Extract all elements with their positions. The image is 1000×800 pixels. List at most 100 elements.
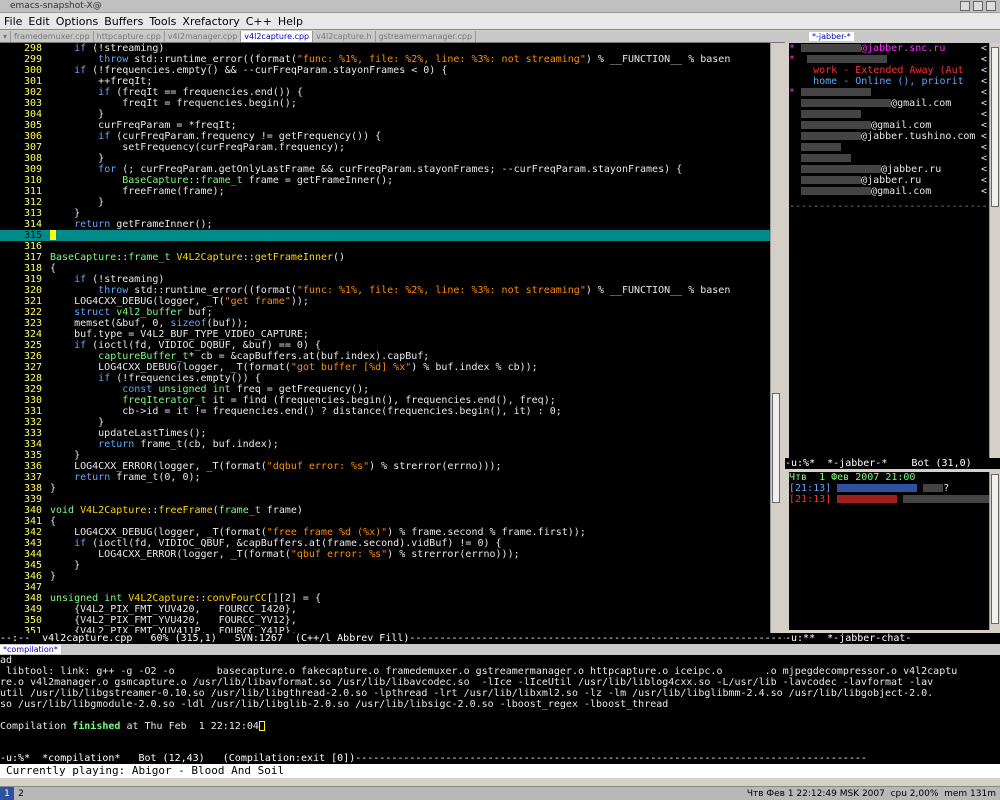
code-line[interactable]: 335 }	[0, 450, 770, 461]
roster-expand-icon[interactable]: <	[981, 142, 987, 153]
workspace-1[interactable]: 1	[0, 787, 14, 800]
code-line[interactable]: 333 updateLastTimes();	[0, 428, 770, 439]
code-line[interactable]: 317 BaseCapture::frame_t V4L2Capture::get…	[0, 252, 770, 263]
compilation-buffer[interactable]: ad libtool: link: g++ -g -O2 -o basecapt…	[0, 655, 1000, 753]
code-line[interactable]: 307 setFrequency(curFreqParam.frequency)…	[0, 142, 770, 153]
code-line[interactable]: 345 }	[0, 560, 770, 571]
code-line[interactable]: 332 }	[0, 417, 770, 428]
roster-item[interactable]: @gmail.com <	[789, 186, 989, 197]
roster-item[interactable]: @gmail.com <	[789, 120, 989, 131]
roster-item[interactable]: @gmail.com <	[789, 98, 989, 109]
menu-xrefactory[interactable]: Xrefactory	[182, 15, 239, 28]
code-line[interactable]: 351 {V4L2_PIX_FMT_YUV411P, FOURCC_Y41P},	[0, 626, 770, 633]
tab-jabber[interactable]: *-jabber-*	[809, 32, 854, 41]
code-scrollbar-thumb[interactable]	[772, 393, 780, 503]
code-line[interactable]: 312 }	[0, 197, 770, 208]
roster-expand-icon[interactable]: <	[981, 175, 987, 186]
tab-v4l2capture-cpp[interactable]: v4l2capture.cpp	[241, 31, 314, 42]
minimize-icon[interactable]	[960, 1, 970, 11]
code-line[interactable]: 311 freeFrame(frame);	[0, 186, 770, 197]
tab-gstreamermanager-cpp[interactable]: gstreamermanager.cpp	[376, 31, 477, 42]
code-line[interactable]: 324 buf.type = V4L2_BUF_TYPE_VIDEO_CAPTU…	[0, 329, 770, 340]
code-scrollbar[interactable]	[770, 43, 782, 633]
menu-c-[interactable]: C++	[246, 15, 272, 28]
menu-help[interactable]: Help	[278, 15, 303, 28]
roster-expand-icon[interactable]: <	[981, 164, 987, 175]
tab-framedemuxer-cpp[interactable]: framedemuxer.cpp	[11, 31, 94, 42]
menu-tools[interactable]: Tools	[149, 15, 176, 28]
roster-expand-icon[interactable]: <	[981, 54, 987, 65]
window-titlebar[interactable]: emacs-snapshot-X@	[0, 0, 1000, 13]
roster-item[interactable]: @jabber.ru <	[789, 164, 989, 175]
chat-scrollbar-thumb[interactable]	[991, 474, 999, 624]
roster-expand-icon[interactable]: <	[981, 153, 987, 164]
code-line[interactable]: 326 captureBuffer_t* cb = &capBuffers.at…	[0, 351, 770, 362]
maximize-icon[interactable]	[973, 1, 983, 11]
code-line[interactable]: 322 struct v4l2_buffer buf;	[0, 307, 770, 318]
code-line[interactable]: 300 if (!frequencies.empty() && --curFre…	[0, 65, 770, 76]
code-line[interactable]: 309 for (; curFreqParam.getOnlyLastFrame…	[0, 164, 770, 175]
code-line[interactable]: 314 return getFrameInner();	[0, 219, 770, 230]
roster-expand-icon[interactable]: <	[981, 131, 987, 142]
code-line[interactable]: 336 LOG4CXX_ERROR(logger, _T(format("dqb…	[0, 461, 770, 472]
code-line[interactable]: 313 }	[0, 208, 770, 219]
roster-item[interactable]: <	[789, 153, 989, 164]
roster-scrollbar[interactable]	[989, 43, 1000, 458]
code-line[interactable]: 350 {V4L2_PIX_FMT_YVU420, FOURCC_YV12},	[0, 615, 770, 626]
code-line[interactable]: 308 }	[0, 153, 770, 164]
roster-expand-icon[interactable]: <	[981, 120, 987, 131]
code-line[interactable]: 318 {	[0, 263, 770, 274]
code-line[interactable]: 316	[0, 241, 770, 252]
code-line[interactable]: 325 if (ioctl(fd, VIDIOC_DQBUF, &buf) ==…	[0, 340, 770, 351]
menu-buffers[interactable]: Buffers	[104, 15, 143, 28]
roster-item[interactable]: * <	[789, 54, 989, 65]
roster-item[interactable]: home - Online (), priorit <	[789, 76, 989, 87]
code-line[interactable]: 301 ++freqIt;	[0, 76, 770, 87]
code-line[interactable]: 334 return frame_t(cb, buf.index);	[0, 439, 770, 450]
roster-item[interactable]: <	[789, 109, 989, 120]
roster-item[interactable]: @jabber.ru <	[789, 175, 989, 186]
code-line[interactable]: 349 {V4L2_PIX_FMT_YUV420, FOURCC_I420},	[0, 604, 770, 615]
code-line[interactable]: 323 memset(&buf, 0, sizeof(buf));	[0, 318, 770, 329]
roster-expand-icon[interactable]: <	[981, 186, 987, 197]
code-line[interactable]: 337 return frame_t(0, 0);	[0, 472, 770, 483]
roster-expand-icon[interactable]: <	[981, 43, 987, 54]
tab-compilation[interactable]: *compilation*	[0, 645, 61, 654]
roster-item[interactable]: @jabber.tushino.com <	[789, 131, 989, 142]
code-line[interactable]: 305 curFreqParam = *freqIt;	[0, 120, 770, 131]
menu-file[interactable]: File	[4, 15, 22, 28]
roster-expand-icon[interactable]: <	[981, 65, 987, 76]
code-line[interactable]: 320 throw std::runtime_error((format("fu…	[0, 285, 770, 296]
code-line[interactable]: 348 unsigned int V4L2Capture::convFourCC[…	[0, 593, 770, 604]
code-line[interactable]: 331 cb->id = it != frequencies.end() ? d…	[0, 406, 770, 417]
menu-options[interactable]: Options	[56, 15, 98, 28]
roster-expand-icon[interactable]: <	[981, 76, 987, 87]
tab-v4l2manager-cpp[interactable]: v4l2manager.cpp	[165, 31, 242, 42]
roster-expand-icon[interactable]: <	[981, 109, 987, 120]
roster-expand-icon[interactable]: <	[981, 87, 987, 98]
code-line[interactable]: 310 BaseCapture::frame_t frame = getFram…	[0, 175, 770, 186]
code-line[interactable]: 321 LOG4CXX_DEBUG(logger, _T("get frame"…	[0, 296, 770, 307]
code-line[interactable]: 299 throw std::runtime_error((format("fu…	[0, 54, 770, 65]
code-line[interactable]: 340 void V4L2Capture::freeFrame(frame_t f…	[0, 505, 770, 516]
tab-menu-icon[interactable]: ▾	[0, 31, 12, 42]
code-line[interactable]: 342 LOG4CXX_DEBUG(logger, _T(format("fre…	[0, 527, 770, 538]
roster-scrollbar-thumb[interactable]	[991, 47, 999, 207]
chat-scrollbar[interactable]	[989, 472, 1000, 630]
workspace-2[interactable]: 2	[14, 787, 28, 800]
code-line[interactable]: 329 const unsigned int freq = getFrequen…	[0, 384, 770, 395]
code-line[interactable]: 330 freqIterator_t it = find (frequencie…	[0, 395, 770, 406]
code-line[interactable]: 327 LOG4CXX_DEBUG(logger, _T(format("got…	[0, 362, 770, 373]
roster-item[interactable]: <	[789, 142, 989, 153]
code-editor[interactable]: 298 if (!streaming) 299 throw std::runtim…	[0, 43, 770, 633]
code-line[interactable]: 306 if (curFreqParam.frequency != getFre…	[0, 131, 770, 142]
menu-edit[interactable]: Edit	[28, 15, 49, 28]
jabber-chat[interactable]: Чтв 1 Фев 2007 21:00 [21:13] ? [21:13]	[789, 472, 989, 630]
code-line[interactable]: 341 {	[0, 516, 770, 527]
code-line[interactable]: 344 LOG4CXX_ERROR(logger, _T(format("qbu…	[0, 549, 770, 560]
code-line[interactable]: 304 }	[0, 109, 770, 120]
code-line[interactable]: 319 if (!streaming)	[0, 274, 770, 285]
close-icon[interactable]	[986, 1, 996, 11]
jabber-roster[interactable]: * @jabber.snc.ru < * < work - Extended Awa…	[789, 43, 989, 458]
code-line[interactable]: 347	[0, 582, 770, 593]
